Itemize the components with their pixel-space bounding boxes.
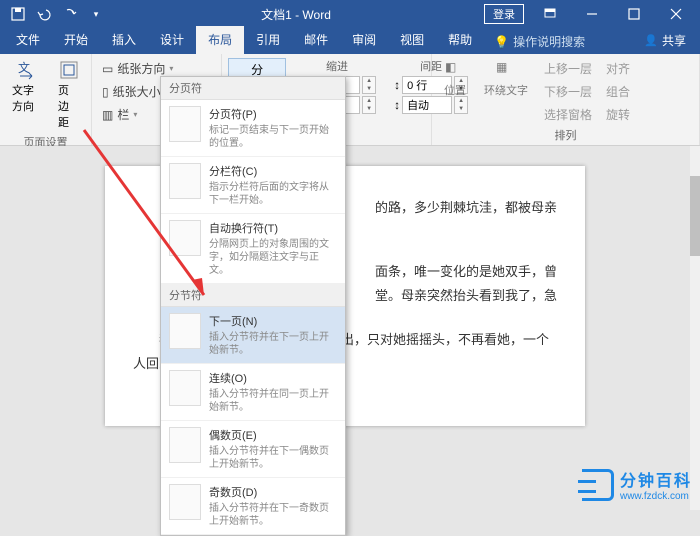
rotate-button: 旋转 bbox=[602, 104, 634, 125]
margins-label: 页边距 bbox=[58, 82, 79, 130]
window-title: 文档1 - Word bbox=[108, 6, 484, 23]
break-next-page-desc: 插入分节符并在下一页上开始新节。 bbox=[209, 331, 337, 357]
minimize-button[interactable] bbox=[572, 0, 612, 28]
text-direction-label: 文字方向 bbox=[12, 82, 40, 114]
margins-icon bbox=[59, 60, 79, 80]
dropdown-section-section-breaks: 分节符 bbox=[161, 284, 345, 307]
send-backward-button: 下移一层 bbox=[540, 81, 596, 102]
tell-me-search[interactable]: 💡 操作说明搜索 bbox=[484, 29, 595, 54]
next-page-break-icon bbox=[169, 313, 201, 349]
tab-view[interactable]: 视图 bbox=[388, 26, 436, 54]
tab-layout[interactable]: 布局 bbox=[196, 26, 244, 54]
break-column-title: 分栏符(C) bbox=[209, 163, 337, 179]
break-page-desc: 标记一页结束与下一页开始的位置。 bbox=[209, 124, 337, 150]
quick-access-toolbar: ▾ bbox=[0, 3, 108, 25]
break-even-page-title: 偶数页(E) bbox=[209, 427, 337, 443]
maximize-button[interactable] bbox=[614, 0, 654, 28]
qat-customize[interactable]: ▾ bbox=[84, 3, 108, 25]
ribbon-tabs: 文件 开始 插入 设计 布局 引用 邮件 审阅 视图 帮助 💡 操作说明搜索 👤… bbox=[0, 28, 700, 54]
group-arrange: ◧位置 ▦环绕文字 上移一层 下移一层 选择窗格 对齐 组合 旋转 排列 bbox=[432, 54, 700, 145]
align-button: 对齐 bbox=[602, 58, 634, 79]
svg-text:文: 文 bbox=[18, 60, 30, 75]
ribbon: 文 文字方向 页边距 页面设置 ▭纸张方向▾ ▯纸张大小▾ ▥栏▾ ⊟分隔符▾ … bbox=[0, 54, 700, 146]
break-even-page-desc: 插入分节符并在下一偶数页上开始新节。 bbox=[209, 445, 337, 471]
breaks-dropdown: 分页符 分页符(P) 标记一页结束与下一页开始的位置。 分栏符(C) 指示分栏符后面… bbox=[160, 76, 346, 536]
continuous-break-icon bbox=[169, 370, 201, 406]
scrollbar-thumb[interactable] bbox=[690, 176, 700, 256]
tab-mailings[interactable]: 邮件 bbox=[292, 26, 340, 54]
share-label: 共享 bbox=[662, 32, 686, 49]
tab-file[interactable]: 文件 bbox=[4, 26, 52, 54]
even-page-break-icon bbox=[169, 427, 201, 463]
text-direction-icon: 文 bbox=[16, 60, 36, 80]
ribbon-options-button[interactable] bbox=[530, 0, 570, 28]
margins-button[interactable]: 页边距 bbox=[52, 58, 85, 132]
tab-insert[interactable]: 插入 bbox=[100, 26, 148, 54]
size-icon: ▯ bbox=[102, 85, 109, 99]
share-icon: 👤 bbox=[644, 34, 658, 47]
tab-references[interactable]: 引用 bbox=[244, 26, 292, 54]
indent-header: 缩进 bbox=[298, 58, 376, 74]
login-button[interactable]: 登录 bbox=[484, 4, 524, 24]
save-button[interactable] bbox=[6, 3, 30, 25]
tab-design[interactable]: 设计 bbox=[148, 26, 196, 54]
titlebar: ▾ 文档1 - Word 登录 bbox=[0, 0, 700, 28]
break-column-item[interactable]: 分栏符(C) 指示分栏符后面的文字将从下一栏开始。 bbox=[161, 157, 345, 214]
position-button: ◧位置 bbox=[438, 58, 472, 100]
break-wrap-title: 自动换行符(T) bbox=[209, 220, 337, 236]
vertical-scrollbar[interactable] bbox=[690, 146, 700, 510]
watermark-title: 分钟百科 bbox=[620, 467, 692, 491]
window-controls bbox=[530, 0, 700, 28]
wrap-text-button: ▦环绕文字 bbox=[478, 58, 534, 100]
watermark-url: www.fzdck.com bbox=[620, 491, 692, 502]
break-wrap-item[interactable]: 自动换行符(T) 分隔网页上的对象周围的文字，如分隔题注文字与正文。 bbox=[161, 214, 345, 284]
break-continuous-item[interactable]: 连续(O) 插入分节符并在同一页上开始新节。 bbox=[161, 364, 345, 421]
share-button[interactable]: 👤 共享 bbox=[630, 27, 700, 54]
close-button[interactable] bbox=[656, 0, 696, 28]
break-wrap-desc: 分隔网页上的对象周围的文字，如分隔题注文字与正文。 bbox=[209, 238, 337, 277]
break-continuous-title: 连续(O) bbox=[209, 370, 337, 386]
selection-pane-button: 选择窗格 bbox=[540, 104, 596, 125]
break-odd-page-title: 奇数页(D) bbox=[209, 484, 337, 500]
break-odd-page-item[interactable]: 奇数页(D) 插入分节符并在下一奇数页上开始新节。 bbox=[161, 478, 345, 535]
position-icon: ◧ bbox=[445, 60, 465, 80]
orientation-icon: ▭ bbox=[102, 62, 113, 76]
break-continuous-desc: 插入分节符并在同一页上开始新节。 bbox=[209, 388, 337, 414]
dropdown-section-page-breaks: 分页符 bbox=[161, 77, 345, 100]
break-even-page-item[interactable]: 偶数页(E) 插入分节符并在下一偶数页上开始新节。 bbox=[161, 421, 345, 478]
spacing-after-icon: ↕ bbox=[394, 98, 400, 112]
redo-button[interactable] bbox=[58, 3, 82, 25]
break-column-desc: 指示分栏符后面的文字将从下一栏开始。 bbox=[209, 181, 337, 207]
lightbulb-icon: 💡 bbox=[494, 35, 509, 49]
break-odd-page-desc: 插入分节符并在下一奇数页上开始新节。 bbox=[209, 502, 337, 528]
group-button: 组合 bbox=[602, 81, 634, 102]
tab-review[interactable]: 审阅 bbox=[340, 26, 388, 54]
break-next-page-item[interactable]: 下一页(N) 插入分节符并在下一页上开始新节。 bbox=[161, 307, 345, 364]
break-page-item[interactable]: 分页符(P) 标记一页结束与下一页开始的位置。 bbox=[161, 100, 345, 157]
odd-page-break-icon bbox=[169, 484, 201, 520]
wrap-icon: ▦ bbox=[496, 60, 516, 80]
break-page-title: 分页符(P) bbox=[209, 106, 337, 122]
columns-icon: ▥ bbox=[102, 108, 113, 122]
arrange-group-label: 排列 bbox=[438, 125, 693, 143]
watermark: 分钟百科 www.fzdck.com bbox=[582, 467, 692, 502]
spacing-before-icon: ↕ bbox=[394, 78, 400, 92]
undo-button[interactable] bbox=[32, 3, 56, 25]
break-next-page-title: 下一页(N) bbox=[209, 313, 337, 329]
text-direction-button[interactable]: 文 文字方向 bbox=[6, 58, 46, 116]
column-break-icon bbox=[169, 163, 201, 199]
tab-home[interactable]: 开始 bbox=[52, 26, 100, 54]
text-wrap-break-icon bbox=[169, 220, 201, 256]
group-page-setup-left: 文 文字方向 页边距 页面设置 bbox=[0, 54, 92, 145]
tell-me-label: 操作说明搜索 bbox=[513, 33, 585, 50]
bring-forward-button: 上移一层 bbox=[540, 58, 596, 79]
watermark-logo-icon bbox=[582, 469, 614, 501]
tab-help[interactable]: 帮助 bbox=[436, 26, 484, 54]
page-break-icon bbox=[169, 106, 201, 142]
